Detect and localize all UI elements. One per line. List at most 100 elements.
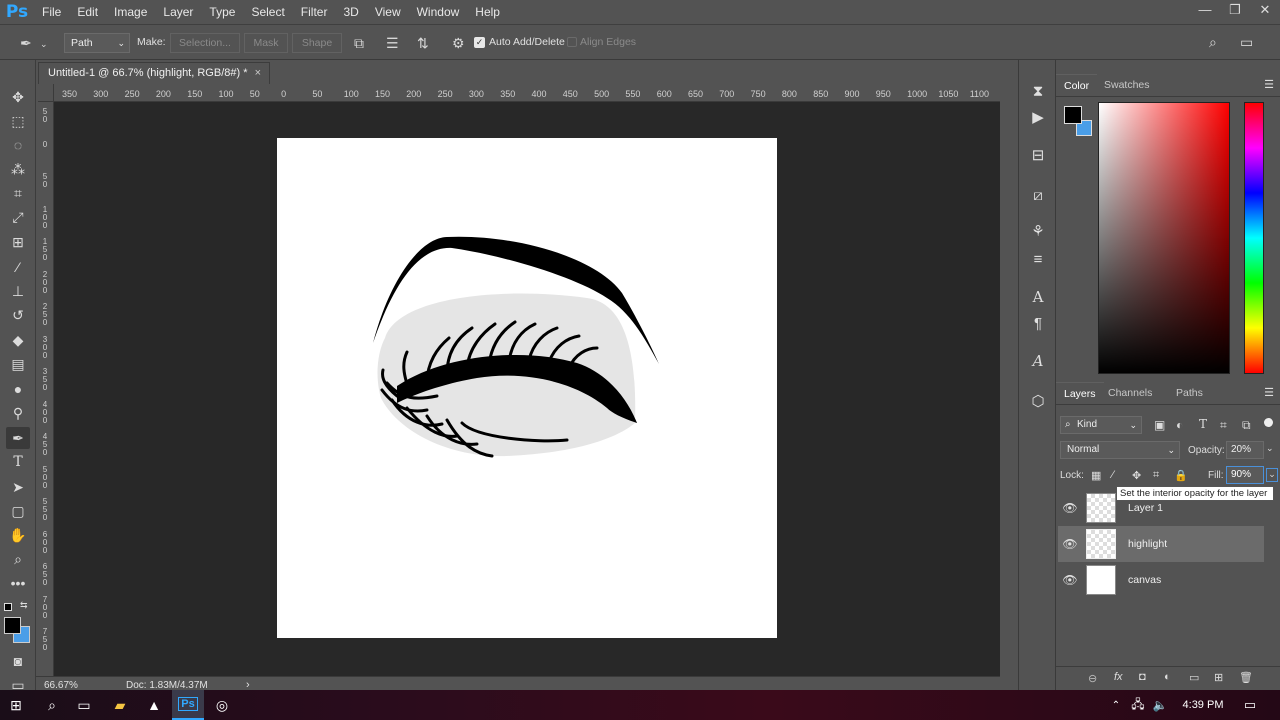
path-arrangement-icon[interactable]: ⇅ <box>417 36 429 50</box>
gradient-tool-icon[interactable]: ▤ <box>6 353 30 375</box>
zoom-tool-icon[interactable]: ⌕ <box>6 548 30 570</box>
menu-filter[interactable]: Filter <box>293 0 336 24</box>
kind-filter-select[interactable]: ⌕ Kind ⌄ <box>1060 416 1142 434</box>
new-group-icon[interactable]: ▭ <box>1189 671 1199 684</box>
dodge-tool-icon[interactable]: ⚲ <box>6 402 30 424</box>
show-hidden-icons[interactable]: ⌃ <box>1106 690 1126 720</box>
file-explorer-icon[interactable]: ▰ <box>104 690 136 720</box>
hand-tool-icon[interactable]: ✋ <box>6 524 30 546</box>
restore-button[interactable]: ❐ <box>1220 0 1250 22</box>
properties-panel-icon[interactable]: ⊟ <box>1027 144 1049 166</box>
align-edges-checkbox[interactable] <box>567 37 577 47</box>
menu-file[interactable]: File <box>34 0 69 24</box>
menu-view[interactable]: View <box>367 0 409 24</box>
menu-type[interactable]: Type <box>201 0 243 24</box>
healing-brush-tool-icon[interactable]: ⊞ <box>6 231 30 253</box>
layer-style-icon[interactable]: fx <box>1114 671 1123 683</box>
more-tools-icon[interactable]: ••• <box>6 572 30 594</box>
path-operations-icon[interactable]: ⧉ <box>354 36 364 50</box>
character-panel-icon[interactable]: A <box>1027 286 1049 308</box>
quick-mask-icon[interactable]: ◙ <box>6 650 30 672</box>
lasso-tool-icon[interactable]: ◌ <box>6 134 30 156</box>
menu-3d[interactable]: 3D <box>335 0 366 24</box>
gear-icon[interactable]: ⚙ <box>452 36 465 50</box>
shape-button[interactable]: Shape <box>292 33 342 53</box>
photos-icon[interactable]: ▲ <box>138 690 170 720</box>
link-layers-icon[interactable]: ⊖ <box>1088 672 1097 685</box>
clone-stamp-tool-icon[interactable]: ⊥ <box>6 280 30 302</box>
search-icon[interactable]: ⌕ <box>36 690 68 720</box>
canvas[interactable] <box>277 138 777 638</box>
search-icon[interactable]: ⌕ <box>1209 35 1217 49</box>
move-tool-icon[interactable]: ✥ <box>6 86 30 108</box>
lock-image-icon[interactable]: ⁄ <box>1112 469 1114 481</box>
magic-wand-tool-icon[interactable]: ⁂ <box>6 158 30 180</box>
volume-icon[interactable]: 🔈 <box>1150 690 1170 720</box>
blend-mode-select[interactable]: Normal ⌄ <box>1060 441 1180 459</box>
workspace-icon[interactable]: ▭ <box>1240 35 1253 49</box>
adjustments-panel-icon[interactable]: ⧄ <box>1027 184 1049 206</box>
ruler-origin[interactable] <box>38 84 54 102</box>
tab-paths[interactable]: Paths <box>1168 382 1211 404</box>
menu-image[interactable]: Image <box>106 0 155 24</box>
smart-object-filter-icon[interactable]: ⧉ <box>1242 418 1251 433</box>
tab-layers[interactable]: Layers <box>1056 382 1104 404</box>
minimize-button[interactable]: — <box>1190 0 1220 22</box>
foreground-color-swatch[interactable] <box>1064 106 1082 124</box>
chevron-down-icon[interactable]: ⌄ <box>1266 443 1274 454</box>
hue-slider[interactable] <box>1244 102 1264 374</box>
default-colors-icon[interactable] <box>4 603 12 611</box>
tab-color[interactable]: Color <box>1056 74 1098 96</box>
foreground-color-swatch[interactable] <box>4 617 21 634</box>
opacity-input[interactable]: 20% <box>1226 441 1264 459</box>
glyphs-panel-icon[interactable]: A <box>1027 350 1049 372</box>
menu-select[interactable]: Select <box>243 0 292 24</box>
eye-icon[interactable]: 👁 <box>1058 573 1082 587</box>
task-view-icon[interactable]: ▭ <box>68 690 100 720</box>
close-tab-icon[interactable]: × <box>255 63 261 83</box>
history-brush-tool-icon[interactable]: ↺ <box>6 304 30 326</box>
pen-tool-icon[interactable]: ✒ <box>6 427 30 449</box>
delete-layer-icon[interactable]: 🗑 <box>1239 671 1253 684</box>
selection-button[interactable]: Selection... <box>170 33 240 53</box>
pen-tool-preset-icon[interactable]: ✒ <box>20 36 32 50</box>
crop-tool-icon[interactable]: ⌗ <box>6 182 30 204</box>
lock-position-icon[interactable]: ✥ <box>1132 469 1141 482</box>
chevron-down-icon[interactable]: ⌄ <box>1266 468 1278 482</box>
close-button[interactable]: ✕ <box>1250 0 1280 22</box>
marquee-tool-icon[interactable]: ⬚ <box>6 110 30 132</box>
type-tool-icon[interactable]: T <box>6 451 30 473</box>
tab-swatches[interactable]: Swatches <box>1096 74 1158 96</box>
rectangle-tool-icon[interactable]: ▢ <box>6 500 30 522</box>
shape-filter-icon[interactable]: ⌗ <box>1220 418 1227 433</box>
menu-edit[interactable]: Edit <box>69 0 106 24</box>
lock-transparency-icon[interactable]: ▦ <box>1091 469 1101 482</box>
eye-icon[interactable]: 👁 <box>1058 501 1082 515</box>
path-selection-tool-icon[interactable]: ➤ <box>6 476 30 498</box>
add-mask-icon[interactable]: ◘ <box>1139 671 1146 683</box>
eye-icon[interactable]: 👁 <box>1058 537 1082 551</box>
lock-all-icon[interactable]: 🔒 <box>1174 469 1188 482</box>
lock-artboard-icon[interactable]: ⌗ <box>1153 469 1159 482</box>
path-alignment-icon[interactable]: ☰ <box>386 36 399 50</box>
actions-panel-icon[interactable]: ▶ <box>1027 106 1049 128</box>
mask-button[interactable]: Mask <box>244 33 288 53</box>
pixel-filter-icon[interactable]: ▣ <box>1154 418 1165 432</box>
blur-tool-icon[interactable]: ● <box>6 378 30 400</box>
menu-layer[interactable]: Layer <box>155 0 201 24</box>
menu-window[interactable]: Window <box>409 0 468 24</box>
panel-menu-icon[interactable]: ☰ <box>1264 78 1274 91</box>
horizontal-ruler[interactable]: 350 300 250 200 150 100 50 0 50 100 150 200 250 300 35… <box>38 84 1000 102</box>
new-layer-icon[interactable]: ⊞ <box>1214 671 1223 684</box>
layer-row[interactable]: 👁 canvas <box>1058 562 1264 598</box>
network-icon[interactable]: 🖧 <box>1128 690 1148 720</box>
filter-toggle-icon[interactable] <box>1264 418 1273 427</box>
auto-add-delete-checkbox[interactable]: ✓ <box>474 37 485 48</box>
adjustment-filter-icon[interactable]: ◐ <box>1176 418 1183 432</box>
layer-row-selected[interactable]: 👁 highlight <box>1058 526 1264 562</box>
vertical-ruler[interactable]: 5 0 0 5 0 1 0 0 1 5 0 2 0 0 2 5 0 3 0 0 3 5 0 4 0… <box>38 102 54 676</box>
chevron-down-icon[interactable]: ⌄ <box>40 37 48 51</box>
document-tab[interactable]: Untitled-1 @ 66.7% (highlight, RGB/8#) *… <box>38 62 270 84</box>
type-filter-icon[interactable]: T <box>1199 417 1207 431</box>
tool-mode-select[interactable]: Path ⌄ <box>64 33 130 53</box>
